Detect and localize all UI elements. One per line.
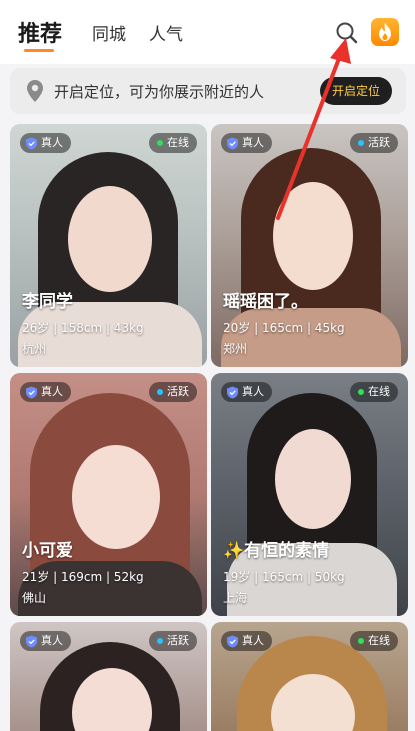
photo-face [68, 186, 152, 292]
verified-label: 真人 [242, 385, 264, 398]
status-label: 在线 [167, 136, 189, 149]
profile-card[interactable]: 真人 在线 李同学 26岁 | 158cm | 43kg 杭州 [10, 124, 207, 367]
profile-name: ✨有恒的素情 [223, 541, 330, 561]
profile-card[interactable]: 真人 活跃 瑶瑶困了。 20岁 | 165cm | 45kg 郑州 [211, 124, 408, 367]
profile-city: 佛山 [22, 591, 47, 605]
status-dot [358, 389, 364, 395]
profile-info: 小可爱 21岁 | 169cm | 52kg 佛山 [22, 536, 144, 606]
profile-info: 瑶瑶困了。 20岁 | 165cm | 45kg 郑州 [223, 287, 345, 357]
verified-label: 真人 [242, 136, 264, 149]
active-tab-indicator [24, 49, 54, 52]
profile-city: 郑州 [223, 342, 248, 356]
location-prompt-text: 开启定位，可为你展示附近的人 [54, 83, 265, 101]
verified-badge: 真人 [20, 133, 71, 153]
status-label: 在线 [368, 634, 390, 647]
status-badge: 活跃 [149, 631, 197, 651]
profile-card[interactable]: 真人 在线 ✨有恒的素情 19岁 | 165cm | 50kg 上海 [211, 373, 408, 616]
verified-shield-icon [26, 635, 37, 647]
status-dot [157, 140, 163, 146]
verified-label: 真人 [41, 634, 63, 647]
verified-badge: 真人 [221, 382, 272, 402]
status-badge: 活跃 [149, 382, 197, 402]
verified-label: 真人 [41, 136, 63, 149]
verified-badge: 真人 [20, 382, 71, 402]
verified-shield-icon [227, 386, 238, 398]
status-dot [358, 638, 364, 644]
profile-city: 上海 [223, 591, 248, 605]
search-icon[interactable] [334, 20, 360, 46]
status-badge: 在线 [350, 631, 398, 651]
status-dot [157, 389, 163, 395]
profile-stats: 26岁 | 158cm | 43kg [22, 321, 144, 335]
status-dot [358, 140, 364, 146]
verified-badge: 真人 [20, 631, 71, 651]
verified-shield-icon [227, 137, 238, 149]
photo-face [72, 445, 160, 549]
location-pin-icon [27, 80, 43, 102]
enable-location-button[interactable]: 开启定位 [320, 77, 392, 105]
profile-city: 杭州 [22, 342, 47, 356]
verified-badge: 真人 [221, 133, 272, 153]
profile-name: 李同学 [22, 292, 73, 312]
profile-card[interactable]: 真人 活跃 小可爱 21岁 | 169cm | 52kg 佛山 [10, 373, 207, 616]
status-badge: 在线 [350, 382, 398, 402]
status-dot [157, 638, 163, 644]
status-label: 活跃 [167, 385, 189, 398]
verified-badge: 真人 [221, 631, 272, 651]
profile-name: 瑶瑶困了。 [223, 292, 308, 312]
photo-face [273, 182, 353, 290]
profile-stats: 21岁 | 169cm | 52kg [22, 570, 144, 584]
profile-info: ✨有恒的素情 19岁 | 165cm | 50kg 上海 [223, 536, 345, 606]
profile-stats: 19岁 | 165cm | 50kg [223, 570, 345, 584]
tab-same-city[interactable]: 同城 [92, 20, 126, 45]
status-label: 活跃 [167, 634, 189, 647]
status-badge: 活跃 [350, 133, 398, 153]
profile-card[interactable]: 真人 在线 [211, 622, 408, 731]
tab-popular[interactable]: 人气 [149, 20, 183, 45]
profile-grid: 真人 在线 李同学 26岁 | 158cm | 43kg 杭州 真人 活跃 瑶瑶… [10, 124, 408, 731]
status-badge: 在线 [149, 133, 197, 153]
top-bar: 推荐 同城 人气 [0, 0, 415, 64]
profile-card[interactable]: 真人 活跃 [10, 622, 207, 731]
status-label: 在线 [368, 385, 390, 398]
profile-name: 小可爱 [22, 541, 73, 561]
verified-label: 真人 [242, 634, 264, 647]
verified-shield-icon [227, 635, 238, 647]
photo-face [275, 429, 351, 529]
verified-shield-icon [26, 386, 37, 398]
verified-label: 真人 [41, 385, 63, 398]
verified-shield-icon [26, 137, 37, 149]
tab-recommend[interactable]: 推荐 [18, 16, 62, 48]
location-prompt-bar: 开启定位，可为你展示附近的人 开启定位 [10, 68, 406, 114]
status-label: 活跃 [368, 136, 390, 149]
profile-stats: 20岁 | 165cm | 45kg [223, 321, 345, 335]
flame-icon[interactable] [371, 18, 399, 46]
profile-info: 李同学 26岁 | 158cm | 43kg 杭州 [22, 287, 144, 357]
